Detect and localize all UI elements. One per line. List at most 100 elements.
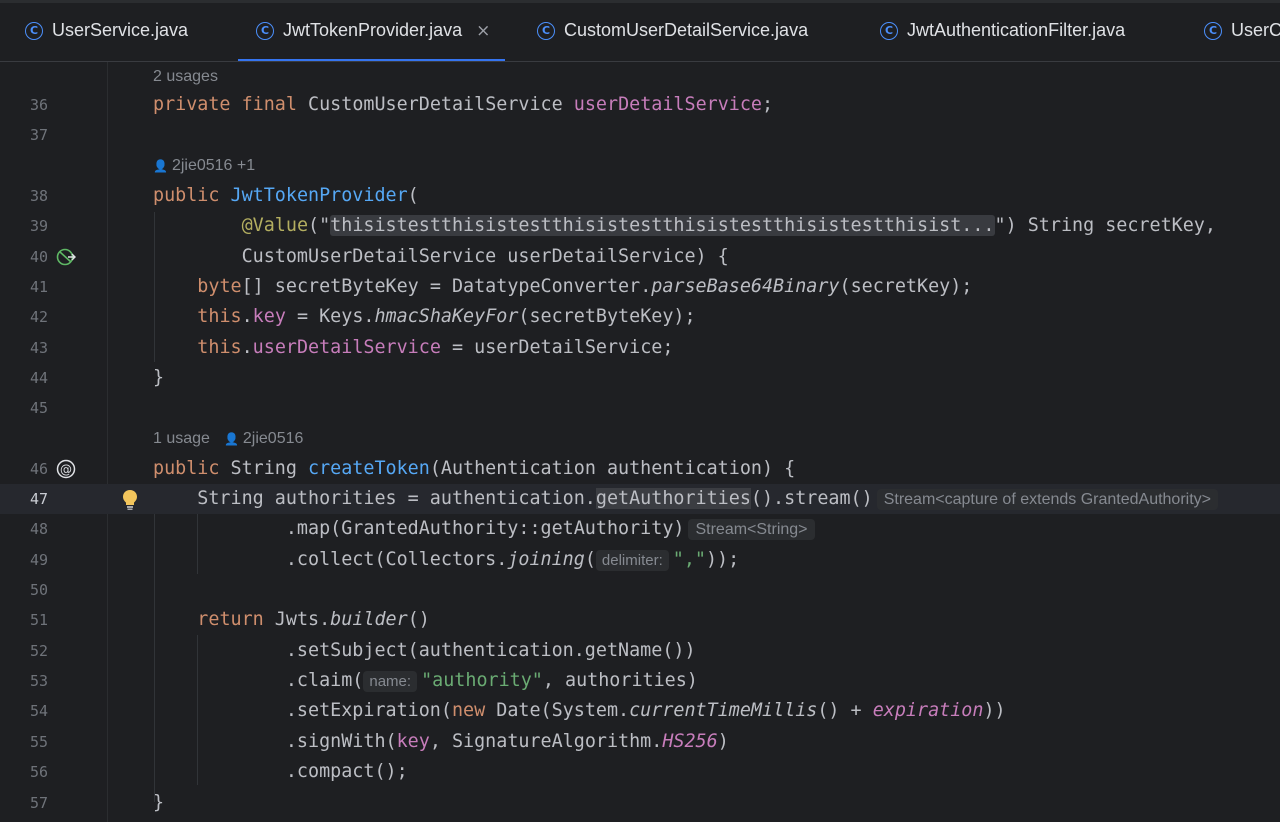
code-text: .claim(name: "authority", authorities) [153,670,698,692]
code-text: return Jwts.builder() [197,609,430,630]
tab-userc[interactable]: C UserC [1204,0,1280,61]
tab-label: JwtTokenProvider.java [283,20,463,40]
tab-customuserdetailservice[interactable]: C CustomUserDetailService.java [537,0,808,61]
code-line: 45 [0,393,1280,423]
code-vision-line: 2 usages [0,62,1280,92]
code-line: 56 .compact(); [0,757,1280,787]
tab-label: UserService.java [52,20,189,40]
lightbulb-icon[interactable] [121,489,139,511]
line-number: 51 [29,611,48,629]
code-line: 36 private final CustomUserDetailService… [0,90,1280,120]
code-text: .compact(); [153,761,408,782]
code-line: 55 .signWith(key, SignatureAlgorithm.HS2… [0,727,1280,757]
line-number: 46 [29,460,48,478]
parameter-hint: delimiter: [595,550,669,571]
line-number: 41 [29,278,48,296]
java-class-icon: C [25,21,43,40]
parameter-hint: name: [363,671,418,692]
editor-tab-bar: C UserService.java C JwtTokenProvider.ja… [0,0,1280,62]
code-line: 57 } [0,788,1280,818]
code-line: 48 .map(GrantedAuthority::getAuthority) S… [0,514,1280,544]
code-line: 42 this.key = Keys.hmacShaKeyFor(secretB… [0,302,1280,332]
line-number: 43 [29,339,48,357]
line-number: 49 [29,551,48,569]
java-class-icon: C [880,21,898,40]
line-number: 42 [29,308,48,326]
java-class-icon: C [537,21,555,40]
code-line: 39 @Value("thisistestthisistestthisistes… [0,211,1280,241]
code-line: 44 } [0,363,1280,393]
code-text: .map(GrantedAuthority::getAuthority) Stre… [153,514,821,545]
code-text: .setExpiration(new Date(System.currentTi… [153,700,1006,721]
line-number: 52 [29,642,48,660]
line-number: 56 [29,763,48,781]
code-text: } [153,367,165,388]
code-text: public String createToken(Authentication… [153,458,796,479]
code-vision-line: 1 usage 👤 2jie0516 [0,424,1280,454]
code-line: 37 [0,120,1280,150]
code-editor[interactable]: 2 usages 36 private final CustomUserDeta… [0,62,1280,822]
code-text: @Value("thisistestthisistestthisistestth… [241,215,1216,236]
line-number: 47 [29,490,48,508]
code-text: this.userDetailService = userDetailServi… [197,337,674,358]
tab-jwttokenprovider[interactable]: C JwtTokenProvider.java × [238,0,506,61]
java-class-icon: C [256,21,274,40]
code-text: byte[] secretByteKey = DatatypeConverter… [197,276,973,297]
java-class-icon: C [1204,21,1222,40]
code-line: 54 .setExpiration(new Date(System.curren… [0,696,1280,726]
usages-count[interactable]: 2 usages [153,68,218,85]
tab-label: CustomUserDetailService.java [564,20,809,40]
line-number: 37 [29,126,48,144]
svg-text:@: @ [60,463,72,477]
code-text: CustomUserDetailService userDetailServic… [153,246,729,267]
code-line: 51 return Jwts.builder() [0,605,1280,635]
code-text: .signWith(key, SignatureAlgorithm.HS256) [153,731,729,752]
code-text: public JwtTokenProvider( [153,185,419,206]
tab-userservice[interactable]: C UserService.java [25,0,188,61]
line-number: 38 [29,187,48,205]
line-number: 55 [29,733,48,751]
code-line: 46 @ public String createToken(Authentic… [0,454,1280,484]
author-name[interactable]: 2jie0516 +1 [172,157,255,174]
tab-jwtauthenticationfilter[interactable]: C JwtAuthenticationFilter.java [880,0,1125,61]
code-line: 40 CustomUserDetailService userDetailSer… [0,242,1280,272]
code-text: String authorities = authentication.getA… [153,484,1224,515]
tab-label: UserC [1231,20,1280,40]
code-line: 41 byte[] secretByteKey = DatatypeConver… [0,272,1280,302]
line-number: 57 [29,794,48,812]
code-line: 49 .collect(Collectors.joining(delimiter… [0,545,1280,575]
type-inlay-hint: Stream<String> [688,519,815,540]
code-text: .setSubject(authentication.getName()) [153,640,696,661]
person-icon: 👤 [153,159,168,173]
code-line: 52 .setSubject(authentication.getName()) [0,636,1280,666]
code-text: .collect(Collectors.joining(delimiter: ",… [153,549,740,571]
tab-label: JwtAuthenticationFilter.java [907,20,1126,40]
code-vision-line: 👤 2jie0516 +1 [0,151,1280,181]
person-icon: 👤 [223,432,239,446]
line-number: 54 [29,702,48,720]
line-number: 39 [29,217,48,235]
code-line: 38 public JwtTokenProvider( [0,181,1280,211]
folded-string[interactable]: thisistestthisistestthisistestthisistest… [330,215,995,236]
code-line-current: 47 String authorities = authentication.g… [0,484,1280,514]
author-name[interactable]: 2jie0516 [243,430,304,447]
line-number: 48 [29,520,48,538]
implementation-gutter-icon[interactable] [56,247,78,267]
code-line: 50 [0,575,1280,605]
line-number: 45 [29,399,48,417]
code-text: this.key = Keys.hmacShaKeyFor(secretByte… [197,306,696,327]
code-line: 43 this.userDetailService = userDetailSe… [0,333,1280,363]
code-line: 53 .claim(name: "authority", authorities) [0,666,1280,696]
code-text: private final CustomUserDetailService us… [153,94,774,115]
line-number: 50 [29,581,48,599]
line-number: 53 [29,672,48,690]
line-number: 40 [29,248,48,266]
code-text: } [153,792,165,813]
endpoint-at-gutter-icon[interactable]: @ [56,459,76,479]
usages-hint[interactable]: 2 usages [153,62,218,92]
line-number: 44 [29,369,48,387]
usages-count[interactable]: 1 usage [153,430,210,447]
usages-hint[interactable]: 1 usage 👤 2jie0516 [153,424,303,454]
author-hint[interactable]: 👤 2jie0516 +1 [153,151,255,181]
close-tab-icon[interactable]: × [476,21,490,41]
